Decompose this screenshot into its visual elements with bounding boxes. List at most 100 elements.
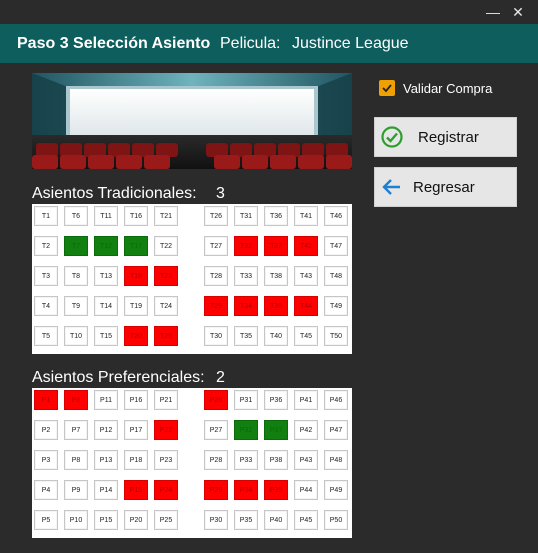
- seat-t12[interactable]: T12: [94, 236, 118, 256]
- seat-p6[interactable]: P6: [64, 390, 88, 410]
- minimize-button[interactable]: —: [483, 2, 503, 22]
- close-button[interactable]: ✕: [508, 2, 528, 22]
- seat-t5[interactable]: T5: [34, 326, 58, 346]
- seat-p43[interactable]: P43: [294, 450, 318, 470]
- seat-p49[interactable]: P49: [324, 480, 348, 500]
- seat-p41[interactable]: P41: [294, 390, 318, 410]
- seat-p4[interactable]: P4: [34, 480, 58, 500]
- checkbox-check-icon[interactable]: [379, 80, 395, 96]
- seat-t48[interactable]: T48: [324, 266, 348, 286]
- seat-p21[interactable]: P21: [154, 390, 178, 410]
- seat-t44[interactable]: T44: [294, 296, 318, 316]
- seat-p27[interactable]: P27: [204, 420, 228, 440]
- seat-p44[interactable]: P44: [294, 480, 318, 500]
- seat-p16[interactable]: P16: [124, 390, 148, 410]
- seat-t38[interactable]: T38: [264, 266, 288, 286]
- seat-t8[interactable]: T8: [64, 266, 88, 286]
- seat-p11[interactable]: P11: [94, 390, 118, 410]
- seat-t34[interactable]: T34: [234, 296, 258, 316]
- seat-p25[interactable]: P25: [154, 510, 178, 530]
- seat-t7[interactable]: T7: [64, 236, 88, 256]
- seat-p24[interactable]: P24: [154, 480, 178, 500]
- seat-p14[interactable]: P14: [94, 480, 118, 500]
- seat-p47[interactable]: P47: [324, 420, 348, 440]
- seat-p32[interactable]: P32: [234, 420, 258, 440]
- seat-t10[interactable]: T10: [64, 326, 88, 346]
- seat-t9[interactable]: T9: [64, 296, 88, 316]
- seat-p37[interactable]: P37: [264, 420, 288, 440]
- seat-t16[interactable]: T16: [124, 206, 148, 226]
- seat-t3[interactable]: T3: [34, 266, 58, 286]
- seat-p13[interactable]: P13: [94, 450, 118, 470]
- seat-p10[interactable]: P10: [64, 510, 88, 530]
- seat-t39[interactable]: T39: [264, 296, 288, 316]
- seat-t1[interactable]: T1: [34, 206, 58, 226]
- seat-t2[interactable]: T2: [34, 236, 58, 256]
- seat-p26[interactable]: P26: [204, 390, 228, 410]
- seat-t14[interactable]: T14: [94, 296, 118, 316]
- back-button[interactable]: Regresar: [374, 167, 517, 207]
- seat-t28[interactable]: T28: [204, 266, 228, 286]
- validate-purchase-checkbox[interactable]: Validar Compra: [379, 79, 492, 97]
- seat-p45[interactable]: P45: [294, 510, 318, 530]
- seat-t32[interactable]: T32: [234, 236, 258, 256]
- seat-t25[interactable]: T25: [154, 326, 178, 346]
- seat-p1[interactable]: P1: [34, 390, 58, 410]
- seat-t29[interactable]: T29: [204, 296, 228, 316]
- seat-t43[interactable]: T43: [294, 266, 318, 286]
- seat-t4[interactable]: T4: [34, 296, 58, 316]
- seat-t13[interactable]: T13: [94, 266, 118, 286]
- seat-p33[interactable]: P33: [234, 450, 258, 470]
- seat-p48[interactable]: P48: [324, 450, 348, 470]
- seat-p46[interactable]: P46: [324, 390, 348, 410]
- seat-p39[interactable]: P39: [264, 480, 288, 500]
- seat-p9[interactable]: P9: [64, 480, 88, 500]
- register-button[interactable]: Registrar: [374, 117, 517, 157]
- seat-t11[interactable]: T11: [94, 206, 118, 226]
- seat-p20[interactable]: P20: [124, 510, 148, 530]
- seat-p22[interactable]: P22: [154, 420, 178, 440]
- seat-p42[interactable]: P42: [294, 420, 318, 440]
- seat-t18[interactable]: T18: [124, 266, 148, 286]
- seat-p7[interactable]: P7: [64, 420, 88, 440]
- seat-t22[interactable]: T22: [154, 236, 178, 256]
- seat-t47[interactable]: T47: [324, 236, 348, 256]
- seat-t20[interactable]: T20: [124, 326, 148, 346]
- seat-t19[interactable]: T19: [124, 296, 148, 316]
- seat-p23[interactable]: P23: [154, 450, 178, 470]
- seat-p15[interactable]: P15: [94, 510, 118, 530]
- seat-p36[interactable]: P36: [264, 390, 288, 410]
- seat-p28[interactable]: P28: [204, 450, 228, 470]
- seat-p3[interactable]: P3: [34, 450, 58, 470]
- seat-p2[interactable]: P2: [34, 420, 58, 440]
- seat-p34[interactable]: P34: [234, 480, 258, 500]
- seat-t21[interactable]: T21: [154, 206, 178, 226]
- seat-p31[interactable]: P31: [234, 390, 258, 410]
- seat-p35[interactable]: P35: [234, 510, 258, 530]
- seat-t33[interactable]: T33: [234, 266, 258, 286]
- seat-t17[interactable]: T17: [124, 236, 148, 256]
- seat-t42[interactable]: T42: [294, 236, 318, 256]
- seat-t46[interactable]: T46: [324, 206, 348, 226]
- seat-t24[interactable]: T24: [154, 296, 178, 316]
- seat-t36[interactable]: T36: [264, 206, 288, 226]
- seat-t31[interactable]: T31: [234, 206, 258, 226]
- seat-t23[interactable]: T23: [154, 266, 178, 286]
- seat-p40[interactable]: P40: [264, 510, 288, 530]
- seat-t27[interactable]: T27: [204, 236, 228, 256]
- seat-t15[interactable]: T15: [94, 326, 118, 346]
- seat-t35[interactable]: T35: [234, 326, 258, 346]
- seat-p50[interactable]: P50: [324, 510, 348, 530]
- seat-p8[interactable]: P8: [64, 450, 88, 470]
- seat-t41[interactable]: T41: [294, 206, 318, 226]
- seat-t40[interactable]: T40: [264, 326, 288, 346]
- seat-p30[interactable]: P30: [204, 510, 228, 530]
- seat-t37[interactable]: T37: [264, 236, 288, 256]
- seat-p18[interactable]: P18: [124, 450, 148, 470]
- seat-p17[interactable]: P17: [124, 420, 148, 440]
- seat-p5[interactable]: P5: [34, 510, 58, 530]
- seat-t30[interactable]: T30: [204, 326, 228, 346]
- seat-t45[interactable]: T45: [294, 326, 318, 346]
- seat-t6[interactable]: T6: [64, 206, 88, 226]
- seat-t49[interactable]: T49: [324, 296, 348, 316]
